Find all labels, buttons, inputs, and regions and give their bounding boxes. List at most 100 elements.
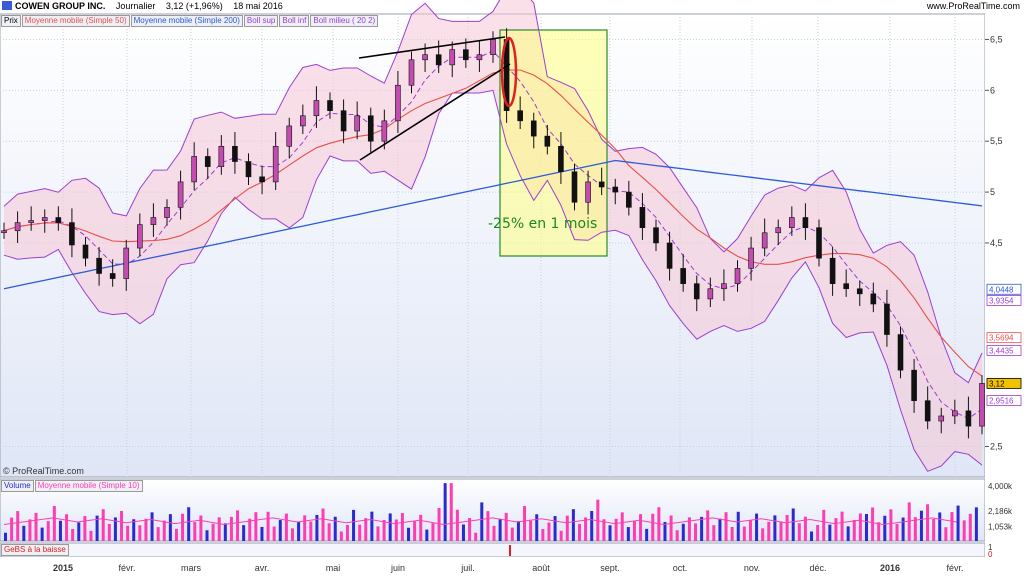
level-label: 3,5694 [986,332,1022,344]
candle-body [82,244,89,259]
candle-body [829,257,836,284]
signal-tick-label: 0 [988,550,993,559]
candle-body [544,135,551,147]
volume-bar [52,506,56,541]
volume-bar [364,518,368,541]
volume-bar [187,507,191,541]
volume-bar [236,510,240,541]
volume-bar [889,509,893,541]
stock-chart[interactable]: 2015 févr. mars avr. mai juin juil. août sept. oc… [0,0,1024,576]
candle-body [313,100,320,117]
volume-bar [352,509,356,541]
legend-boll-inf[interactable]: Boll inf [279,15,310,27]
volume-bar [797,523,801,541]
legend-sma50[interactable]: Moyenne mobile (Simple 50) [21,15,130,27]
volume-bar [449,483,453,541]
x-tick-label: févr. [118,563,135,573]
volume-bar [852,519,856,541]
volume-bar [242,525,246,541]
bottom-axis-area [0,557,1024,576]
legend-volume[interactable]: Volume [1,480,34,492]
volume-bar [761,528,765,541]
x-tick-label: 2015 [53,563,73,573]
candle-body [109,273,116,279]
volume-bar [101,509,105,541]
volume-bar [254,512,258,541]
volume-bar [614,518,618,541]
candle-body [245,161,252,178]
volume-tick-label: 2,186k [988,507,1013,516]
legend-volume-sma10[interactable]: Moyenne mobile (Simple 10) [34,480,143,492]
volume-bar [755,513,759,541]
volume-bar [651,513,655,541]
volume-bar [107,523,111,541]
candle-body [96,257,102,274]
candle-body [680,268,686,284]
volume-bar [132,519,136,541]
volume-bar [199,515,203,541]
volume-bar [425,529,429,541]
volume-bar [602,519,606,541]
volume-bar [535,514,539,541]
volume-bar [675,530,679,541]
candle-body [14,222,21,232]
volume-bar [358,524,362,541]
volume-bar [748,520,752,541]
volume-bar [413,521,417,541]
candle-body [585,181,591,203]
volume-bar [541,529,545,541]
legend-price[interactable]: Prix [1,15,21,27]
volume-bar [498,519,502,541]
volume-bar [419,514,423,541]
volume-bar [681,523,685,541]
volume-bar [974,507,978,541]
volume-bar [205,530,209,541]
level-label: 4,0448 [986,283,1022,295]
candle-body [272,145,279,183]
volume-bar [523,506,527,541]
volume-bar [626,527,630,541]
volume-bar [901,517,905,541]
level-text: 2,9516 [989,397,1014,406]
volume-bar [730,526,734,541]
candle-body [408,59,415,86]
legend-sma200[interactable]: Moyenne mobile (Simple 200) [130,15,243,27]
candle-body [938,415,945,422]
candle-body [191,156,197,183]
volume-bar [437,507,441,541]
volume-bar [120,510,124,541]
volume-bar [632,520,636,541]
volume-bar [834,518,838,541]
volume-bar [950,512,954,541]
volume-legend: Volume Moyenne mobile (Simple 10) [1,480,144,492]
volume-bar [785,514,789,541]
candle-body [870,293,877,305]
volume-bar [162,520,166,541]
legend-boll-sup[interactable]: Boll sup [243,15,279,27]
volume-bar [883,515,887,541]
volume-bar [321,508,325,541]
volume-bar [400,513,404,541]
volume-bar [822,509,826,541]
volume-bar [443,483,447,541]
legend-boll-mid[interactable]: Boll milieu ( 20 2) [310,15,379,27]
volume-bar [590,510,594,541]
volume-bar [639,514,643,541]
candle-body [41,217,48,221]
volume-bar [559,530,563,541]
level-label: 3,4435 [986,345,1022,356]
volume-bar [431,523,435,541]
volume-bar [474,532,478,541]
volume-bar [791,508,795,541]
candle-body [530,120,537,137]
candle-body [463,49,469,61]
candle-body [150,217,157,225]
volume-bar [89,530,93,541]
signal-legend: GeBS à la baisse [1,544,70,556]
candle-body [204,156,211,167]
volume-bar [553,516,557,541]
legend-gebs[interactable]: GeBS à la baisse [1,544,69,556]
level-text: 3,12 [989,379,1005,388]
candle-body [259,176,265,183]
candle-body [952,410,958,417]
